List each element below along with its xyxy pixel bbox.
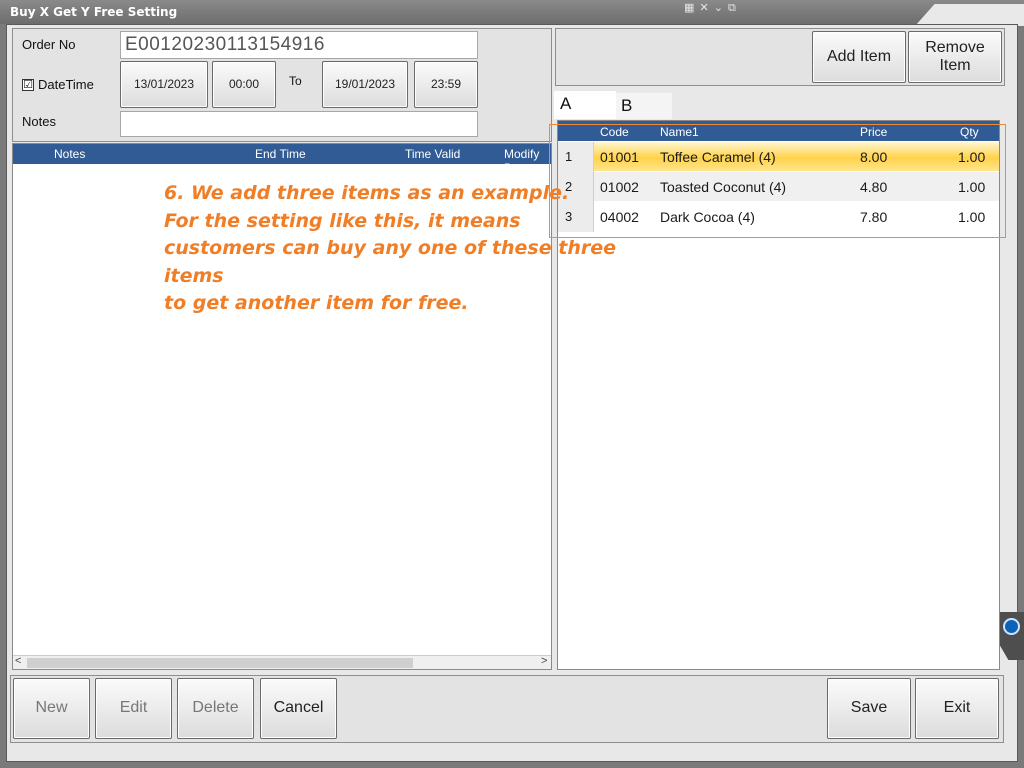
start-time-button[interactable]: 00:00 [212,61,276,108]
annotation-line: 6. We add three items as an example. [164,182,570,204]
scroll-right-icon[interactable]: > [541,655,547,667]
end-date-button[interactable]: 19/01/2023 [322,61,408,108]
start-date-button[interactable]: 13/01/2023 [120,61,208,108]
annotation-line: For the setting like this, it means [164,209,521,232]
notes-input[interactable] [120,111,478,137]
tab-a[interactable]: A [554,91,616,119]
add-item-button[interactable]: Add Item [812,31,906,83]
order-no-field[interactable]: E00120230113154916 [120,31,478,59]
column-time-valid[interactable]: Time Valid [405,147,460,161]
datetime-label: DateTime [38,77,94,92]
column-modify-date[interactable]: Modify D [504,147,551,175]
scroll-left-icon[interactable]: < [15,655,21,667]
annotation-line: to get another item for free. [164,292,469,314]
notes-label: Notes [22,114,56,129]
end-time-button[interactable]: 23:59 [414,61,478,108]
delete-button[interactable]: Delete [177,678,254,739]
horizontal-scrollbar[interactable]: < > [13,655,551,669]
promotion-list-header: Notes End Time Time Valid Modify D [13,144,551,175]
window-mini-controls-icon[interactable]: ▦ ✕ ⌄ ⧉ [684,1,737,15]
to-label: To [289,74,302,88]
cancel-button[interactable]: Cancel [260,678,337,739]
exit-button[interactable]: Exit [915,678,999,739]
datetime-checkbox[interactable]: ☑ [22,79,34,91]
column-end-time[interactable]: End Time [255,147,306,161]
order-no-label: Order No [22,37,76,52]
tab-b-label: B [621,96,633,115]
column-notes[interactable]: Notes [54,147,85,161]
annotation-line: customers can buy any one of these three… [164,237,616,287]
tutorial-annotation: 6. We add three items as an example. For… [164,180,634,318]
new-button[interactable]: New [13,678,90,739]
scrollbar-thumb[interactable] [27,658,413,668]
save-button[interactable]: Save [827,678,911,739]
remove-item-button[interactable]: Remove Item [908,31,1002,83]
window-title: Buy X Get Y Free Setting [10,5,178,19]
edit-button[interactable]: Edit [95,678,172,739]
tab-b[interactable]: B [616,93,672,119]
tab-a-label: A [560,94,572,113]
